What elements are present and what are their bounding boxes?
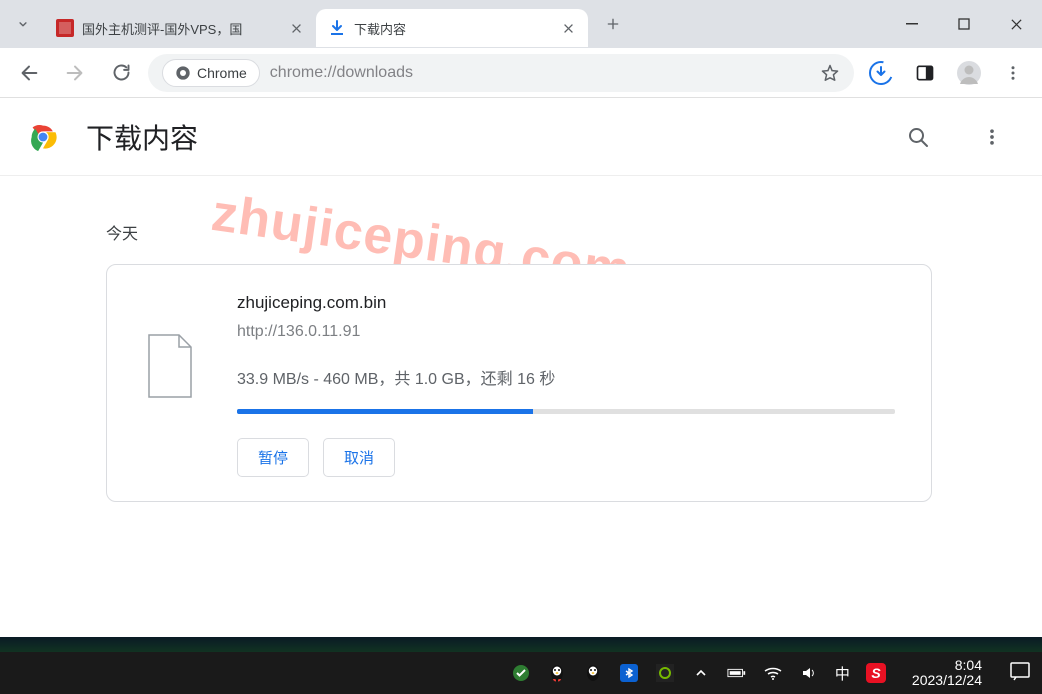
progress-bar-fill bbox=[237, 409, 533, 414]
tray-date: 2023/12/24 bbox=[912, 673, 982, 688]
tab-title: 国外主机测评-国外VPS，国 bbox=[82, 19, 280, 38]
pause-button[interactable]: 暂停 bbox=[237, 438, 309, 477]
browser-toolbar: Chrome chrome://downloads bbox=[0, 48, 1042, 98]
close-icon[interactable] bbox=[288, 20, 304, 36]
download-source-url[interactable]: http://136.0.11.91 bbox=[237, 323, 895, 341]
maximize-button[interactable] bbox=[938, 0, 990, 48]
chrome-chip: Chrome bbox=[162, 59, 260, 87]
file-icon bbox=[143, 333, 197, 399]
forward-button[interactable] bbox=[56, 54, 94, 92]
page-body: zhujiceping.com 今天 zhujiceping.com.bin h… bbox=[0, 220, 1042, 502]
tray-wifi-icon[interactable] bbox=[763, 663, 783, 683]
tab-item-active[interactable]: 下载内容 bbox=[316, 9, 588, 47]
sidepanel-icon[interactable] bbox=[906, 54, 944, 92]
downloads-toolbar-icon[interactable] bbox=[862, 54, 900, 92]
desktop-background bbox=[0, 637, 1042, 652]
bookmark-star-icon[interactable] bbox=[820, 63, 840, 83]
reload-button[interactable] bbox=[102, 54, 140, 92]
section-today: 今天 bbox=[106, 220, 1042, 244]
svg-text:S: S bbox=[871, 665, 881, 681]
tray-battery-icon[interactable] bbox=[727, 663, 747, 683]
window-controls bbox=[886, 0, 1042, 48]
windows-taskbar: 中 S 8:04 2023/12/24 bbox=[0, 652, 1042, 694]
tray-ime-indicator[interactable]: 中 bbox=[835, 663, 850, 683]
download-status: 33.9 MB/s - 460 MB，共 1.0 GB，还剩 16 秒 bbox=[237, 365, 895, 389]
download-item-card: zhujiceping.com.bin http://136.0.11.91 3… bbox=[106, 264, 932, 502]
tab-item[interactable]: 国外主机测评-国外VPS，国 bbox=[44, 9, 316, 47]
chip-label: Chrome bbox=[197, 65, 247, 81]
tray-nvidia-icon[interactable] bbox=[655, 663, 675, 683]
profile-avatar-icon[interactable] bbox=[950, 54, 988, 92]
new-tab-button[interactable] bbox=[598, 9, 628, 39]
browser-tab-strip: 国外主机测评-国外VPS，国 下载内容 bbox=[0, 0, 1042, 48]
tray-qq-icon[interactable] bbox=[547, 663, 567, 683]
minimize-button[interactable] bbox=[886, 0, 938, 48]
progress-bar bbox=[237, 409, 895, 414]
page-title: 下载内容 bbox=[86, 117, 198, 157]
menu-kebab-icon[interactable] bbox=[994, 54, 1032, 92]
window-close-button[interactable] bbox=[990, 0, 1042, 48]
close-icon[interactable] bbox=[560, 20, 576, 36]
url-text: chrome://downloads bbox=[270, 64, 413, 82]
chrome-logo-icon bbox=[26, 120, 60, 154]
search-icon[interactable] bbox=[894, 113, 942, 161]
page-header: 下载内容 bbox=[0, 98, 1042, 176]
address-bar[interactable]: Chrome chrome://downloads bbox=[148, 54, 854, 92]
tray-shield-icon[interactable] bbox=[511, 663, 531, 683]
download-favicon-icon bbox=[328, 19, 346, 37]
page-menu-icon[interactable] bbox=[968, 113, 1016, 161]
tabs-dropdown-button[interactable] bbox=[2, 0, 44, 48]
tray-bluetooth-icon[interactable] bbox=[619, 663, 639, 683]
tray-sogou-icon[interactable]: S bbox=[866, 663, 886, 683]
tray-volume-icon[interactable] bbox=[799, 663, 819, 683]
tray-clock[interactable]: 8:04 2023/12/24 bbox=[912, 658, 982, 689]
tab-title: 下载内容 bbox=[354, 19, 552, 38]
downloads-page: 下载内容 zhujiceping.com 今天 zhujiceping.com.… bbox=[0, 98, 1042, 652]
cancel-button[interactable]: 取消 bbox=[323, 438, 395, 477]
tray-qq-icon[interactable] bbox=[583, 663, 603, 683]
tray-time: 8:04 bbox=[912, 658, 982, 673]
tray-notifications-icon[interactable] bbox=[1008, 659, 1036, 687]
download-filename[interactable]: zhujiceping.com.bin bbox=[237, 293, 895, 313]
site-favicon-icon bbox=[56, 19, 74, 37]
tray-chevron-up-icon[interactable] bbox=[691, 663, 711, 683]
back-button[interactable] bbox=[10, 54, 48, 92]
